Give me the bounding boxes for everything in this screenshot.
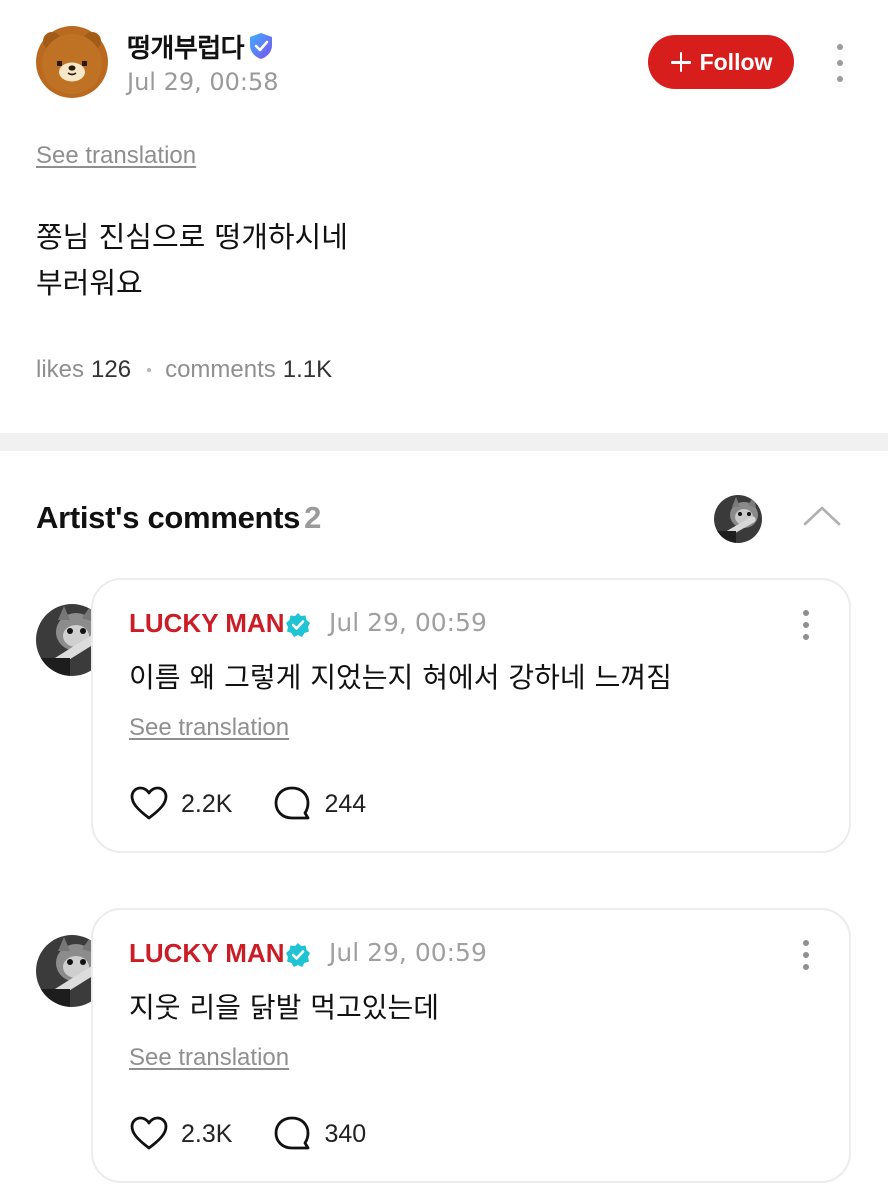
bear-avatar-icon[interactable]: [36, 26, 108, 98]
comments-label[interactable]: comments: [165, 356, 276, 384]
section-divider: [0, 433, 888, 451]
comment-replies-count[interactable]: 244: [324, 790, 366, 819]
comment-timestamp: Jul 29, 00:59: [329, 608, 487, 637]
post-timestamp: Jul 29, 00:58: [127, 68, 279, 96]
post-stats: likes 126 comments 1.1K: [36, 356, 332, 384]
artist-comments-heading: Artist's comments: [36, 500, 301, 535]
post-author-name[interactable]: 떵개부럽다: [127, 34, 245, 64]
comment-likes-count[interactable]: 2.3K: [181, 1120, 232, 1149]
post-body: 쫑님 진심으로 떵개하시네 부러워요: [36, 214, 348, 306]
post-header: 떵개부럽다 Jul 29, 00:58 Follow: [36, 24, 852, 100]
likes-label[interactable]: likes: [36, 356, 84, 384]
post-body-line: 쫑님 진심으로 떵개하시네: [36, 220, 348, 254]
artist-comments-title: Artist's comments 2: [36, 500, 321, 536]
comment-text: 지웃 리을 닭발 먹고있는데: [129, 991, 440, 1024]
verified-check-icon: [286, 613, 310, 637]
verified-shield-icon: [250, 33, 273, 59]
artist-avatar-small[interactable]: [714, 495, 762, 543]
comment-text: 이름 왜 그렇게 지었는지 혀에서 강하네 느껴짐: [129, 661, 672, 694]
separator-dot: [147, 368, 152, 372]
heart-icon[interactable]: [129, 784, 169, 824]
comment-actions: 2.3K 340: [129, 1114, 366, 1154]
comment-author[interactable]: LUCKY MAN: [129, 608, 285, 639]
comment-actions: 2.2K 244: [129, 784, 366, 824]
comment-likes-count[interactable]: 2.2K: [181, 790, 232, 819]
post-more-icon[interactable]: [835, 44, 845, 82]
comments-count[interactable]: 1.1K: [283, 356, 332, 384]
comment-author[interactable]: LUCKY MAN: [129, 938, 285, 969]
post-see-translation-link[interactable]: See translation: [36, 142, 196, 170]
comment-see-translation-link[interactable]: See translation: [129, 1044, 289, 1072]
speech-bubble-icon[interactable]: [272, 784, 312, 824]
post-author[interactable]: 떵개부럽다: [127, 28, 274, 65]
comment-replies-count[interactable]: 340: [324, 1120, 366, 1149]
artist-comments-count: 2: [304, 500, 322, 535]
artist-comment-card: LUCKY MAN Jul 29, 00:59 지웃 리을 닭발 먹고있는데 S…: [91, 908, 851, 1183]
follow-button[interactable]: Follow: [648, 35, 794, 89]
follow-label: Follow: [699, 48, 773, 75]
chevron-up-icon[interactable]: [802, 504, 842, 528]
plus-icon: [670, 51, 692, 73]
comment-more-icon[interactable]: [801, 610, 811, 640]
post-body-line: 부러워요: [36, 266, 143, 300]
comment-timestamp: Jul 29, 00:59: [329, 938, 487, 967]
verified-check-icon: [286, 943, 310, 967]
heart-icon[interactable]: [129, 1114, 169, 1154]
speech-bubble-icon[interactable]: [272, 1114, 312, 1154]
comment-see-translation-link[interactable]: See translation: [129, 714, 289, 742]
artist-comment-card: LUCKY MAN Jul 29, 00:59 이름 왜 그렇게 지었는지 혀에…: [91, 578, 851, 853]
comment-more-icon[interactable]: [801, 940, 811, 970]
likes-count[interactable]: 126: [91, 356, 131, 384]
